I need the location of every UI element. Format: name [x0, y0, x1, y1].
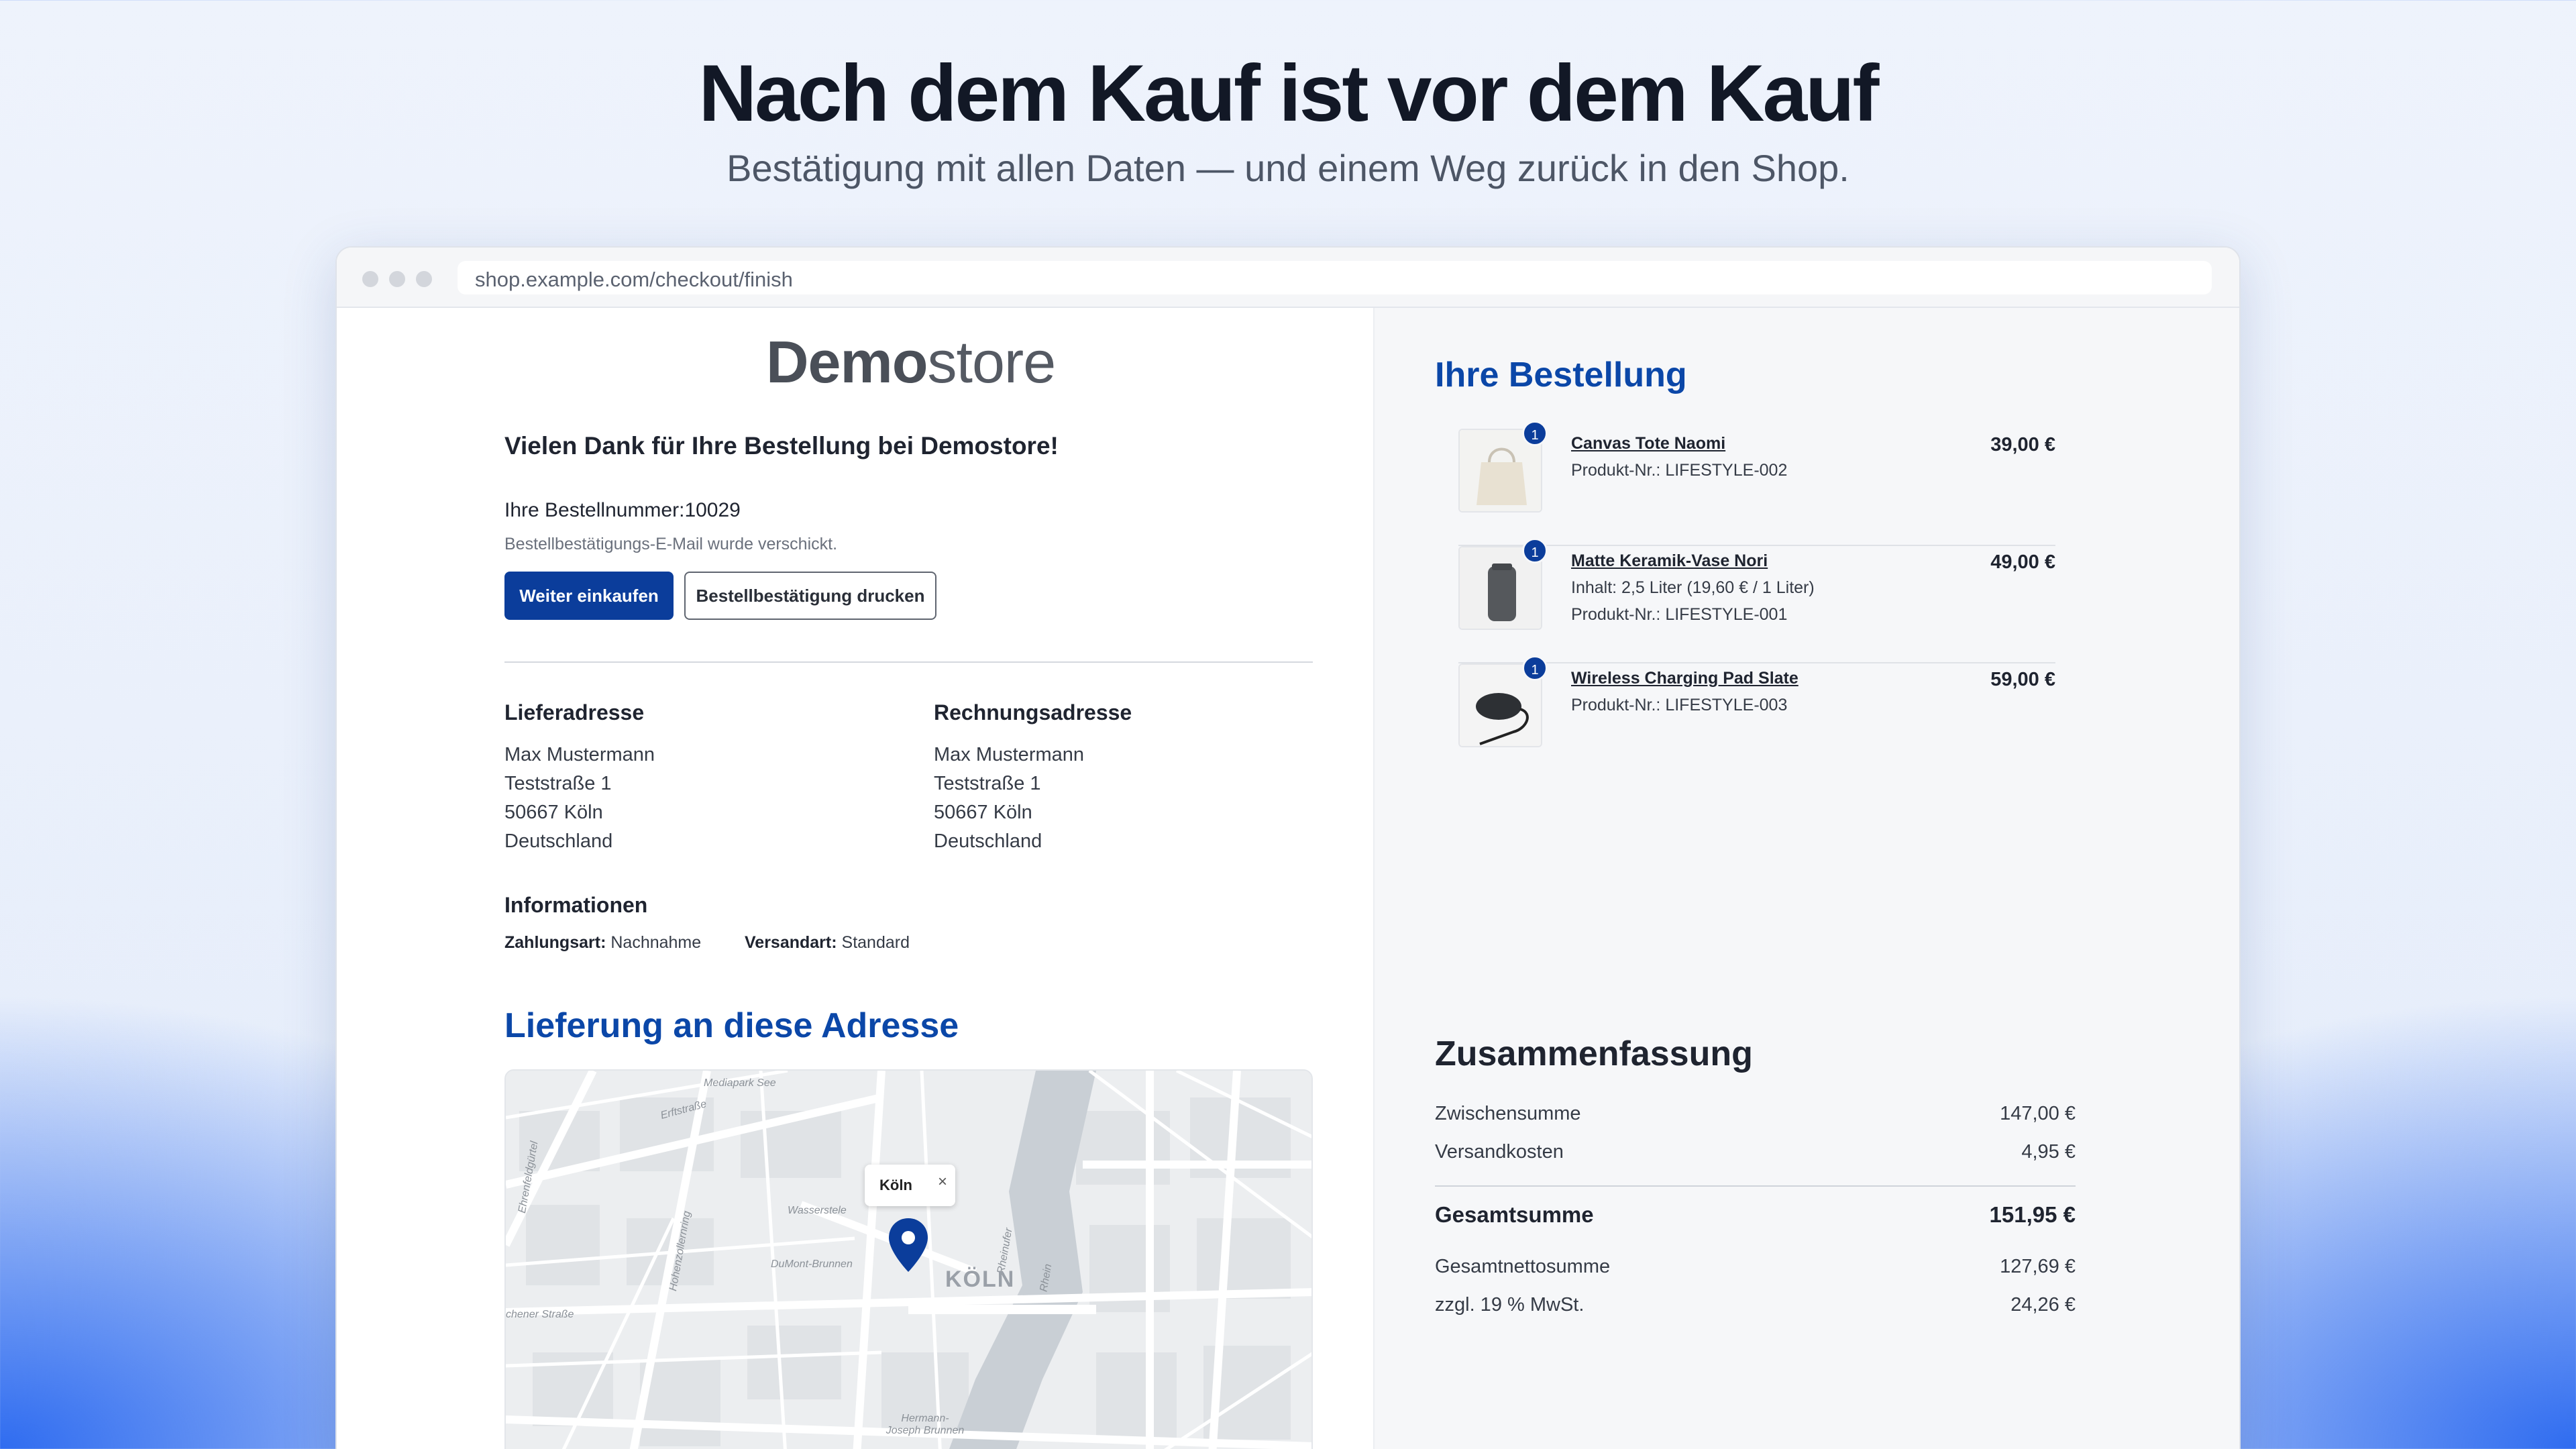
shipping-address-line: Teststraße 1 [504, 773, 612, 794]
summary-title: Zusammenfassung [1435, 1034, 1753, 1073]
thanks-heading: Vielen Dank für Ihre Bestellung bei Demo… [504, 432, 1059, 460]
close-icon[interactable]: × [938, 1173, 947, 1191]
shipping-method: Versandart: Standard [745, 933, 910, 952]
address-bar[interactable]: shop.example.com/checkout/finish [458, 261, 2212, 294]
window-dot-close[interactable] [362, 271, 378, 287]
summary-divider [1435, 1185, 2076, 1187]
billing-address-line: Teststraße 1 [934, 773, 1041, 794]
map-label: Wasserstele [788, 1205, 847, 1216]
order-number-value: 10029 [684, 499, 741, 521]
product-detail: Produkt-Nr.: LIFESTYLE-002 [1571, 461, 1788, 480]
product-name-link[interactable]: Matte Keramik-Vase Nori [1571, 551, 1768, 571]
window-dot-maximize[interactable] [416, 271, 432, 287]
shipping-address-line: Max Mustermann [504, 744, 655, 765]
product-detail: Produkt-Nr.: LIFESTYLE-003 [1571, 696, 1788, 714]
product-price: 59,00 € [1990, 669, 2055, 690]
shipping-address-line: 50667 Köln [504, 802, 603, 823]
product-name-link[interactable]: Canvas Tote Naomi [1571, 434, 1725, 453]
order-number-label: Ihre Bestellnummer: [504, 499, 685, 521]
map-label: chener Straße [506, 1309, 574, 1320]
print-confirmation-button[interactable]: Bestellbestätigung drucken [684, 572, 936, 620]
summary-vat: zzgl. 19 % MwSt. 24,26 € [1435, 1294, 2076, 1316]
map-label: Hermann-Joseph Brunnen [885, 1413, 965, 1436]
store-logo[interactable]: Demostore [766, 328, 1056, 396]
billing-address-title: Rechnungsadresse [934, 700, 1132, 724]
window-dot-minimize[interactable] [389, 271, 405, 287]
continue-shopping-button[interactable]: Weiter einkaufen [504, 572, 674, 620]
product-name-link[interactable]: Wireless Charging Pad Slate [1571, 669, 1799, 688]
summary-subtotal: Zwischensumme 147,00 € [1435, 1103, 2076, 1124]
delivery-map[interactable]: Mediapark See Erftstraße Wasserstele DuM… [504, 1069, 1313, 1449]
billing-address-line: 50667 Köln [934, 802, 1032, 823]
divider [504, 661, 1313, 663]
confirmation-panel: Demostore Vielen Dank für Ihre Bestellun… [337, 308, 1373, 1449]
map-label: Mediapark See [704, 1077, 776, 1089]
summary-total: Gesamtsumme 151,95 € [1435, 1202, 2076, 1227]
order-panel: Ihre Bestellung 1 Canvas Tote Naomi Prod… [1373, 308, 2239, 1449]
map-label: DuMont-Brunnen [771, 1258, 853, 1270]
hero-title: Nach dem Kauf ist vor dem Kauf [698, 48, 1879, 138]
product-detail: Produkt-Nr.: LIFESTYLE-001 [1571, 605, 1788, 624]
quantity-badge: 1 [1522, 655, 1548, 681]
product-price: 49,00 € [1990, 551, 2055, 573]
mail-sent-note: Bestellbestätigungs-E-Mail wurde verschi… [504, 535, 838, 553]
summary-shipping: Versandkosten 4,95 € [1435, 1141, 2076, 1163]
map-pin-icon[interactable] [887, 1217, 930, 1273]
map-popup: Köln × [865, 1165, 955, 1206]
city-label: KÖLN [945, 1267, 1016, 1292]
payment-method: Zahlungsart: Nachnahme [504, 933, 702, 952]
order-item: 1 Wireless Charging Pad Slate Produkt-Nr… [1458, 655, 2055, 757]
quantity-badge: 1 [1522, 421, 1548, 446]
shipping-address-line: Deutschland [504, 830, 613, 852]
summary-net: Gesamtnettosumme 127,69 € [1435, 1256, 2076, 1277]
order-number: Ihre Bestellnummer:10029 [504, 499, 741, 522]
popup-label: Köln [879, 1177, 912, 1193]
information-title: Informationen [504, 893, 648, 917]
browser-chrome: shop.example.com/checkout/finish [337, 248, 2239, 308]
order-title: Ihre Bestellung [1435, 356, 1687, 394]
billing-address-line: Deutschland [934, 830, 1042, 852]
product-detail: Inhalt: 2,5 Liter (19,60 € / 1 Liter) [1571, 578, 1815, 597]
hero-subtitle: Bestätigung mit allen Daten — und einem … [727, 147, 1849, 189]
billing-address-line: Max Mustermann [934, 744, 1085, 765]
order-item: 1 Canvas Tote Naomi Produkt-Nr.: LIFESTY… [1458, 421, 2055, 546]
product-price: 39,00 € [1990, 434, 2055, 455]
quantity-badge: 1 [1522, 538, 1548, 564]
browser-window: shop.example.com/checkout/finish Demosto… [335, 246, 2241, 1449]
shipping-address-title: Lieferadresse [504, 700, 645, 724]
order-item: 1 Matte Keramik-Vase Nori Inhalt: 2,5 Li… [1458, 538, 2055, 663]
delivery-map-title: Lieferung an diese Adresse [504, 1006, 959, 1045]
